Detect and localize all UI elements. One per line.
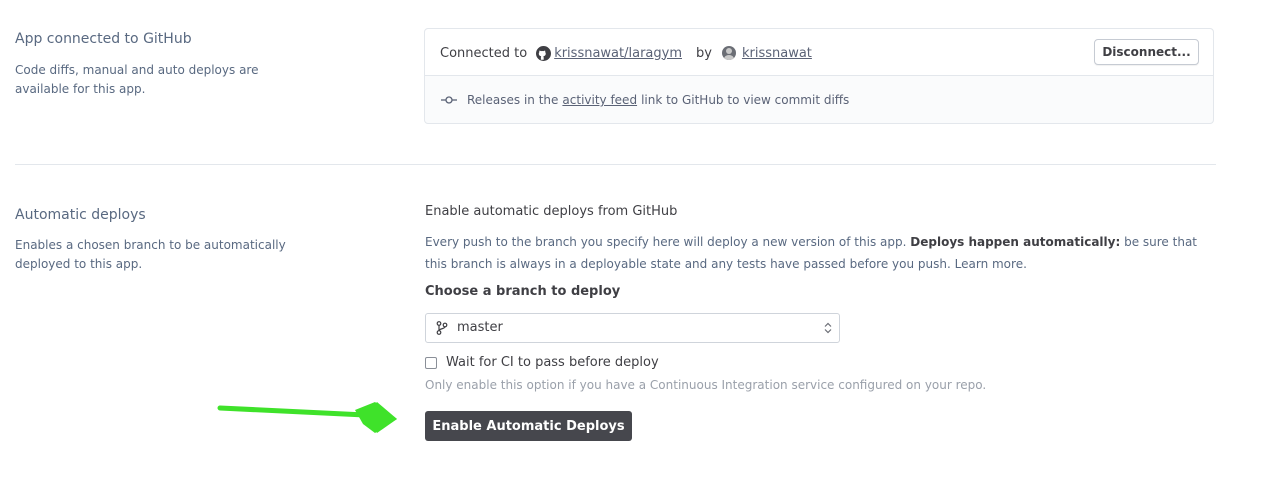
user-link[interactable]: krissnawat bbox=[742, 46, 812, 61]
repo-link[interactable]: krissnawat/laragym bbox=[554, 46, 682, 61]
wait-for-ci-label[interactable]: Wait for CI to pass before deploy bbox=[446, 355, 659, 370]
auto-deploys-info: Every push to the branch you specify her… bbox=[425, 231, 1215, 275]
activity-feed-link[interactable]: activity feed bbox=[562, 93, 637, 107]
disconnect-button[interactable]: Disconnect... bbox=[1094, 39, 1199, 65]
auto-deploys-heading: Enable automatic deploys from GitHub bbox=[425, 204, 678, 219]
releases-suffix: link to GitHub to view commit diffs bbox=[641, 93, 850, 107]
user-avatar bbox=[721, 46, 736, 60]
auto-deploys-section-description: Enables a chosen branch to be automatica… bbox=[15, 238, 286, 271]
branch-select[interactable]: master bbox=[425, 313, 840, 343]
section-divider bbox=[15, 164, 1216, 165]
releases-prefix: Releases in the bbox=[467, 93, 559, 107]
auto-deploys-section-title: Automatic deploys bbox=[15, 207, 146, 223]
branch-label: Choose a branch to deploy bbox=[425, 284, 621, 299]
enable-automatic-deploys-button[interactable]: Enable Automatic Deploys bbox=[425, 411, 632, 441]
by-label: by bbox=[696, 45, 712, 61]
connected-to-label: Connected to bbox=[440, 45, 528, 61]
arrow-right-icon bbox=[217, 402, 397, 433]
info-text-1: Every push to the branch you specify her… bbox=[425, 235, 907, 249]
commit-icon bbox=[441, 94, 457, 106]
github-section-title: App connected to GitHub bbox=[15, 31, 192, 47]
info-text-bold: Deploys happen automatically: bbox=[910, 235, 1121, 249]
connection-line: Connected to krissnawat/laragym by kriss… bbox=[440, 44, 812, 62]
branch-icon bbox=[436, 321, 448, 335]
releases-line: Releases in the activity feed link to Gi… bbox=[441, 91, 849, 109]
wait-for-ci-help: Only enable this option if you have a Co… bbox=[425, 378, 987, 392]
github-section-description: Code diffs, manual and auto deploys are … bbox=[15, 63, 259, 96]
github-icon bbox=[536, 45, 552, 61]
wait-for-ci-checkbox[interactable] bbox=[425, 357, 437, 369]
branch-select-value: master bbox=[457, 320, 503, 335]
learn-more-link[interactable]: Learn more. bbox=[955, 257, 1027, 271]
chevron-updown-icon bbox=[824, 322, 832, 334]
